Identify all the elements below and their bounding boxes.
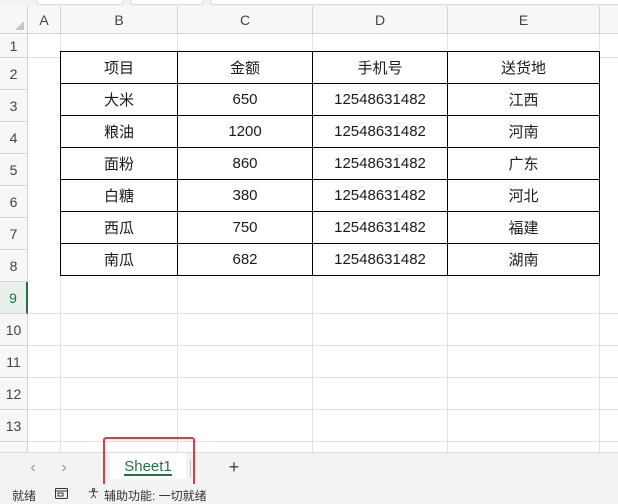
row-header-14[interactable] <box>0 442 28 452</box>
sheet-tab-sheet1[interactable]: Sheet1 <box>110 453 186 479</box>
column-header-d[interactable]: D <box>313 6 448 34</box>
table-cell-item[interactable]: 面粉 <box>60 148 178 180</box>
table-header-amount[interactable]: 金额 <box>178 51 313 84</box>
table-cell-phone[interactable]: 12548631482 <box>313 244 448 276</box>
row-header-12[interactable]: 12 <box>0 378 28 410</box>
table-cell-item[interactable]: 西瓜 <box>60 212 178 244</box>
select-all-triangle-icon <box>15 21 24 30</box>
gridline <box>28 377 618 378</box>
spreadsheet-grid[interactable]: A B C D E 1 2 3 4 5 6 7 8 9 10 11 12 13 … <box>0 6 618 452</box>
status-ready-text: 就绪 <box>12 489 37 503</box>
row-header-7[interactable]: 7 <box>0 218 28 250</box>
previous-sheet-icon[interactable]: ‹ <box>24 459 42 477</box>
column-header-b[interactable]: B <box>61 6 178 34</box>
toolbar-tab-stub[interactable] <box>36 0 124 5</box>
toolbar-tab-stub[interactable] <box>210 0 618 5</box>
gridline <box>28 441 618 442</box>
column-header-e[interactable]: E <box>448 6 600 34</box>
sheet-tab-label: Sheet1 <box>124 457 172 475</box>
next-sheet-icon[interactable]: › <box>55 459 73 477</box>
table-header-item[interactable]: 项目 <box>60 51 178 84</box>
tab-divider <box>104 459 105 477</box>
select-all-corner[interactable] <box>0 6 28 34</box>
table-cell-amount[interactable]: 650 <box>178 84 313 116</box>
tab-divider <box>190 459 191 477</box>
table-cell-amount[interactable]: 1200 <box>178 116 313 148</box>
table-cell-phone[interactable]: 12548631482 <box>313 116 448 148</box>
table-cell-amount[interactable]: 750 <box>178 212 313 244</box>
gridline <box>28 313 618 314</box>
column-header-a[interactable]: A <box>28 6 61 34</box>
row-header-2[interactable]: 2 <box>0 58 28 90</box>
accessibility-status-text[interactable]: 辅助功能: 一切就绪 <box>104 487 207 504</box>
gridline <box>28 409 618 410</box>
accessibility-icon[interactable] <box>87 488 100 499</box>
row-header-13[interactable]: 13 <box>0 410 28 442</box>
active-tab-underline <box>124 474 172 476</box>
toolbar-tab-stub[interactable] <box>130 0 204 5</box>
table-cell-phone[interactable]: 12548631482 <box>313 148 448 180</box>
table-cell-phone[interactable]: 12548631482 <box>313 84 448 116</box>
row-header-5[interactable]: 5 <box>0 154 28 186</box>
row-header-11[interactable]: 11 <box>0 346 28 378</box>
table-cell-item[interactable]: 大米 <box>60 84 178 116</box>
table-cell-item[interactable]: 白糖 <box>60 180 178 212</box>
macro-record-icon[interactable] <box>55 488 68 499</box>
table-cell-destination[interactable]: 福建 <box>448 212 600 244</box>
table-cell-phone[interactable]: 12548631482 <box>313 212 448 244</box>
add-sheet-button[interactable]: + <box>224 457 244 477</box>
row-header-1[interactable]: 1 <box>0 34 28 58</box>
row-header-10[interactable]: 10 <box>0 314 28 346</box>
table-header-phone[interactable]: 手机号 <box>313 51 448 84</box>
table-cell-amount[interactable]: 380 <box>178 180 313 212</box>
table-cell-phone[interactable]: 12548631482 <box>313 180 448 212</box>
status-bar: 就绪 辅助功能: 一切就绪 <box>0 484 618 504</box>
table-cell-amount[interactable]: 860 <box>178 148 313 180</box>
table-header-destination[interactable]: 送货地 <box>448 51 600 84</box>
gridline <box>28 345 618 346</box>
table-cell-item[interactable]: 粮油 <box>60 116 178 148</box>
table-cell-destination[interactable]: 河北 <box>448 180 600 212</box>
row-header-9[interactable]: 9 <box>0 282 28 314</box>
table-cell-destination[interactable]: 湖南 <box>448 244 600 276</box>
table-cell-destination[interactable]: 广东 <box>448 148 600 180</box>
table-cell-destination[interactable]: 江西 <box>448 84 600 116</box>
row-header-4[interactable]: 4 <box>0 122 28 154</box>
row-header-3[interactable]: 3 <box>0 90 28 122</box>
table-cell-destination[interactable]: 河南 <box>448 116 600 148</box>
row-header-6[interactable]: 6 <box>0 186 28 218</box>
column-header-f[interactable] <box>600 6 618 34</box>
sheet-tab-bar: ‹ › Sheet1 + <box>0 452 618 484</box>
table-cell-amount[interactable]: 682 <box>178 244 313 276</box>
column-header-c[interactable]: C <box>178 6 313 34</box>
table-cell-item[interactable]: 南瓜 <box>60 244 178 276</box>
row-header-8[interactable]: 8 <box>0 250 28 282</box>
